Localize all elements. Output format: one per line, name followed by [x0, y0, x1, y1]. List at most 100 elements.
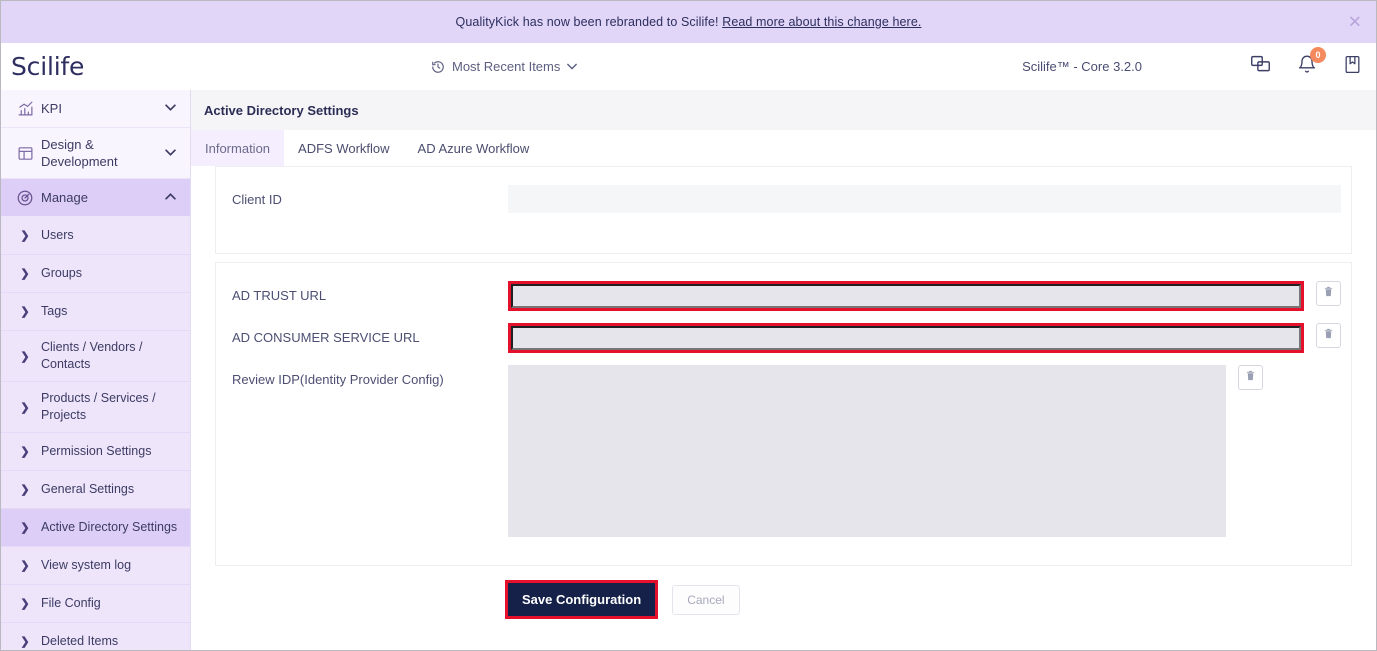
sidebar-item-label: Design & Development [41, 137, 118, 169]
app-header: Scilife Most Recent Items Scilife™ - Cor… [1, 43, 1376, 90]
sidebar-item-groups[interactable]: ❯ Groups [1, 255, 190, 293]
main-content: Active Directory Settings Information AD… [191, 90, 1376, 650]
sidebar-item-label: General Settings [41, 482, 135, 496]
chevron-right-icon: ❯ [20, 636, 30, 648]
chevron-down-icon [165, 103, 180, 114]
sidebar-item-products-services-projects[interactable]: ❯ Products / Services / Projects [1, 382, 190, 433]
trash-icon [1245, 369, 1256, 387]
header-actions: Scilife™ - Core 3.2.0 0 [1022, 46, 1376, 80]
sidebar-item-label: Products / Services / Projects [41, 391, 156, 422]
target-icon [9, 189, 41, 207]
chevron-right-icon: ❯ [20, 560, 30, 572]
chevron-right-icon: ❯ [20, 598, 30, 610]
ad-urls-card: AD TRUST URL AD CONSUMER SERVICE URL Rev… [215, 262, 1352, 566]
sidebar-item-label: KPI [41, 101, 62, 116]
sidebar-item-label: Permission Settings [41, 444, 152, 458]
sidebar-item-clients-vendors-contacts[interactable]: ❯ Clients / Vendors / Contacts [1, 331, 190, 382]
most-recent-items-dropdown[interactable]: Most Recent Items [431, 59, 578, 74]
page-title-bar: Active Directory Settings [191, 90, 1376, 130]
rebrand-banner: QualityKick has now been rebranded to Sc… [1, 1, 1376, 43]
page-title: Active Directory Settings [204, 102, 359, 118]
close-icon[interactable]: ✕ [1348, 14, 1362, 31]
sidebar: KPI Design & Development Manage ❯ Users … [1, 90, 191, 650]
trash-icon [1323, 327, 1334, 345]
chevron-right-icon: ❯ [20, 306, 30, 318]
chevron-right-icon: ❯ [20, 230, 30, 242]
chevron-down-icon [567, 63, 578, 70]
chevron-right-icon: ❯ [20, 401, 30, 414]
form-content: Client ID AD TRUST URL AD CONSUMER SERVI… [191, 166, 1376, 650]
banner-text: QualityKick has now been rebranded to Sc… [456, 15, 922, 29]
most-recent-items-label: Most Recent Items [452, 59, 561, 74]
banner-read-more-link[interactable]: Read more about this change here. [722, 15, 921, 29]
chat-icon[interactable] [1250, 54, 1271, 80]
notification-badge: 0 [1310, 46, 1326, 63]
sidebar-item-design-development[interactable]: Design & Development [1, 128, 190, 179]
cancel-button[interactable]: Cancel [672, 584, 740, 615]
app-window: QualityKick has now been rebranded to Sc… [0, 0, 1377, 651]
client-id-field-zone [508, 185, 1351, 213]
ad-consumer-service-url-label: AD CONSUMER SERVICE URL [232, 330, 420, 345]
ad-trust-url-field-zone [508, 281, 1351, 311]
save-button-highlight: Save Configuration [505, 580, 659, 619]
sidebar-item-label: Users [41, 228, 74, 242]
banner-message: QualityKick has now been rebranded to Sc… [455, 15, 719, 29]
chevron-right-icon: ❯ [20, 268, 30, 280]
delete-ad-trust-url-button[interactable] [1316, 281, 1341, 306]
ad-consumer-service-url-field-zone [508, 323, 1351, 353]
sidebar-item-label: Groups [41, 266, 82, 280]
history-icon [431, 60, 445, 74]
form-actions: Save Configuration Cancel [215, 566, 1352, 633]
review-idp-textarea-wrap [508, 365, 1226, 537]
delete-ad-consumer-service-url-button[interactable] [1316, 323, 1341, 348]
delete-review-idp-button[interactable] [1238, 365, 1263, 390]
sidebar-item-tags[interactable]: ❯ Tags [1, 293, 190, 331]
ad-trust-url-row: AD TRUST URL [216, 263, 1351, 317]
bookmark-icon[interactable] [1343, 54, 1362, 80]
sidebar-item-permission-settings[interactable]: ❯ Permission Settings [1, 433, 190, 471]
sidebar-item-manage[interactable]: Manage [1, 179, 190, 217]
client-id-card: Client ID [215, 166, 1352, 254]
sidebar-item-label: Manage [41, 190, 88, 205]
sidebar-item-label: Deleted Items [41, 634, 119, 648]
scilife-logo[interactable]: Scilife [1, 52, 191, 81]
sidebar-item-active-directory-settings[interactable]: ❯ Active Directory Settings [1, 509, 190, 547]
sidebar-item-deleted-items[interactable]: ❯ Deleted Items [1, 623, 190, 650]
client-id-row: Client ID [216, 167, 1351, 231]
client-id-input[interactable] [508, 185, 1341, 213]
tab-adfs-workflow[interactable]: ADFS Workflow [284, 130, 404, 166]
ad-trust-url-highlight [508, 281, 1304, 311]
save-configuration-button[interactable]: Save Configuration [508, 583, 656, 616]
sidebar-item-label: File Config [41, 596, 101, 610]
trash-icon [1323, 285, 1334, 303]
sidebar-item-general-settings[interactable]: ❯ General Settings [1, 471, 190, 509]
chevron-right-icon: ❯ [20, 522, 30, 534]
sidebar-item-label: Tags [41, 304, 68, 318]
sidebar-item-users[interactable]: ❯ Users [1, 217, 190, 255]
app-body: KPI Design & Development Manage ❯ Users … [1, 90, 1376, 650]
sidebar-item-file-config[interactable]: ❯ File Config [1, 585, 190, 623]
chevron-up-icon [165, 192, 180, 203]
chevron-down-icon [165, 148, 180, 159]
review-idp-textarea[interactable] [508, 365, 1226, 537]
ad-consumer-service-url-input[interactable] [511, 326, 1301, 350]
review-idp-row: Review IDP(Identity Provider Config) [216, 359, 1351, 565]
sidebar-item-label: Clients / Vendors / Contacts [41, 340, 143, 371]
sidebar-item-label: View system log [41, 558, 132, 572]
chevron-right-icon: ❯ [20, 484, 30, 496]
layout-icon [9, 145, 41, 162]
sidebar-item-kpi[interactable]: KPI [1, 90, 190, 128]
ad-trust-url-input[interactable] [511, 284, 1301, 308]
client-id-label: Client ID [232, 192, 282, 207]
sidebar-item-label: Active Directory Settings [41, 520, 178, 534]
ad-consumer-service-url-row: AD CONSUMER SERVICE URL [216, 317, 1351, 359]
tab-ad-azure-workflow[interactable]: AD Azure Workflow [404, 130, 544, 166]
sidebar-item-view-system-log[interactable]: ❯ View system log [1, 547, 190, 585]
review-idp-label: Review IDP(Identity Provider Config) [232, 372, 444, 387]
bell-icon[interactable]: 0 [1297, 46, 1326, 80]
tab-bar: Information ADFS Workflow AD Azure Workf… [191, 130, 1376, 166]
chart-bars-icon [9, 100, 41, 117]
tab-information[interactable]: Information [191, 130, 285, 166]
chevron-right-icon: ❯ [20, 446, 30, 458]
ad-consumer-service-url-highlight [508, 323, 1304, 353]
